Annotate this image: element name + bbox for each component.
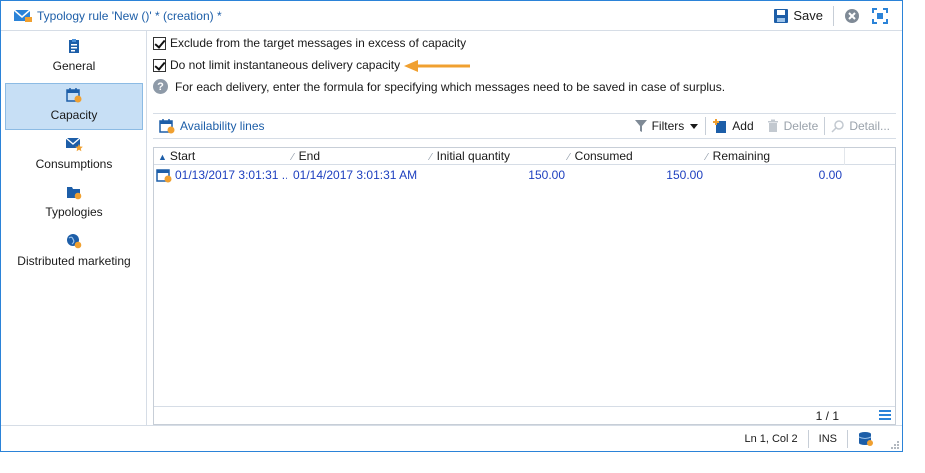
sidebar-item-typologies[interactable]: Typologies — [5, 181, 143, 228]
page-indicator: 1 / 1 — [815, 409, 839, 423]
sidebar-item-consumptions[interactable]: Consumptions — [5, 133, 143, 180]
maximize-button[interactable] — [866, 5, 894, 27]
exclude-excess-option: Exclude from the target messages in exce… — [153, 36, 466, 50]
grid-footer: 1 / 1 — [154, 406, 895, 424]
sort-ascending-icon: ▲ — [158, 152, 167, 162]
availability-grid: ▲ Start ⁄ End ⁄ Initial quantity ⁄ Consumed … — [153, 147, 896, 425]
sort-icon: ⁄ — [292, 152, 294, 163]
window-title: Typology rule 'New ()' * (creation) * — [37, 8, 222, 23]
typology-rule-window: Typology rule 'New ()' * (creation) * Sa… — [0, 0, 903, 452]
cell-initial-quantity: 150.00 — [528, 168, 565, 182]
calendar-icon — [66, 88, 82, 103]
add-button[interactable]: Add — [706, 115, 759, 137]
availability-title-label: Availability lines — [180, 119, 265, 133]
sidebar: General Capacity Consumptions Typologies… — [1, 31, 147, 425]
folder-icon — [67, 187, 82, 200]
add-document-icon — [713, 119, 727, 133]
sidebar-item-label: Distributed marketing — [17, 254, 131, 268]
delete-button[interactable]: Delete — [760, 115, 825, 137]
cell-consumed: 150.00 — [666, 168, 703, 182]
sidebar-item-label: Typologies — [45, 205, 103, 219]
sidebar-item-general[interactable]: General — [5, 35, 143, 82]
cell-start: 01/13/2017 3:01:31 ... — [175, 168, 287, 182]
grid-header: ▲ Start ⁄ End ⁄ Initial quantity ⁄ Consumed … — [154, 148, 895, 165]
insert-mode: INS — [807, 429, 847, 448]
expand-icon — [872, 7, 888, 24]
close-circle-icon — [845, 8, 859, 23]
column-header-consumed[interactable]: ⁄ Consumed — [568, 149, 633, 164]
title-bar: Typology rule 'New ()' * (creation) * Sa… — [1, 1, 902, 31]
annotation-arrow — [404, 60, 470, 72]
sidebar-item-label: Capacity — [50, 108, 98, 122]
trash-icon — [767, 119, 778, 132]
no-limit-checkbox[interactable] — [153, 58, 166, 72]
availability-toolbar: Availability lines Filters Add Delete De… — [153, 113, 896, 139]
delete-label: Delete — [783, 119, 819, 133]
detail-button[interactable]: Detail... — [825, 115, 896, 137]
column-header-remaining[interactable]: ⁄ Remaining — [706, 149, 770, 164]
globe-icon — [67, 234, 82, 249]
help-text: For each delivery, enter the formula for… — [175, 79, 726, 94]
question-icon: ? — [153, 79, 168, 94]
sidebar-item-distributed-marketing[interactable]: Distributed marketing — [5, 230, 143, 277]
column-header-initial-quantity[interactable]: ⁄ Initial quantity — [430, 149, 510, 164]
sidebar-item-capacity[interactable]: Capacity — [5, 83, 143, 130]
cancel-button[interactable] — [838, 5, 866, 27]
capacity-panel: Exclude from the target messages in exce… — [147, 31, 902, 425]
save-icon — [774, 8, 789, 23]
save-button[interactable]: Save — [767, 5, 829, 27]
sidebar-item-label: Consumptions — [35, 157, 113, 171]
envelope-rule-icon — [13, 8, 33, 23]
menu-icon[interactable] — [879, 410, 891, 420]
magnifier-icon — [831, 120, 845, 133]
detail-label: Detail... — [849, 119, 890, 133]
chevron-down-icon — [690, 124, 699, 129]
add-label: Add — [732, 119, 754, 133]
envelope-star-icon — [65, 137, 83, 152]
filters-label: Filters — [651, 119, 685, 133]
sort-icon: ⁄ — [706, 152, 708, 163]
no-limit-label[interactable]: Do not limit instantaneous delivery capa… — [170, 58, 400, 72]
cell-end: 01/14/2017 3:01:31 AM — [293, 168, 418, 182]
cursor-position: Ln 1, Col 2 — [744, 432, 798, 445]
database-icon[interactable] — [847, 429, 884, 448]
sort-icon: ⁄ — [430, 152, 432, 163]
exclude-excess-checkbox[interactable] — [153, 36, 166, 50]
resize-grip-icon[interactable] — [890, 439, 900, 449]
column-header-end[interactable]: ⁄ End — [292, 149, 320, 164]
funnel-icon — [634, 120, 647, 132]
status-bar: Ln 1, Col 2 INS — [1, 425, 902, 451]
no-limit-option: Do not limit instantaneous delivery capa… — [153, 58, 400, 72]
save-label: Save — [793, 8, 823, 23]
availability-title: Availability lines — [159, 118, 265, 134]
help-row: ? For each delivery, enter the formula f… — [153, 79, 725, 94]
column-header-start[interactable]: ▲ Start — [158, 149, 195, 164]
toolbar-separator — [833, 5, 834, 26]
calendar-icon — [159, 119, 175, 134]
sidebar-item-label: General — [52, 59, 96, 73]
filters-button[interactable]: Filters — [628, 115, 706, 137]
table-row[interactable]: 01/13/2017 3:01:31 ... 01/14/2017 3:01:3… — [154, 166, 895, 184]
clipboard-icon — [69, 39, 79, 53]
exclude-excess-label[interactable]: Exclude from the target messages in exce… — [170, 36, 466, 50]
cell-remaining: 0.00 — [818, 168, 842, 182]
sort-icon: ⁄ — [568, 152, 570, 163]
column-divider — [844, 148, 845, 165]
calendar-icon — [156, 167, 172, 186]
